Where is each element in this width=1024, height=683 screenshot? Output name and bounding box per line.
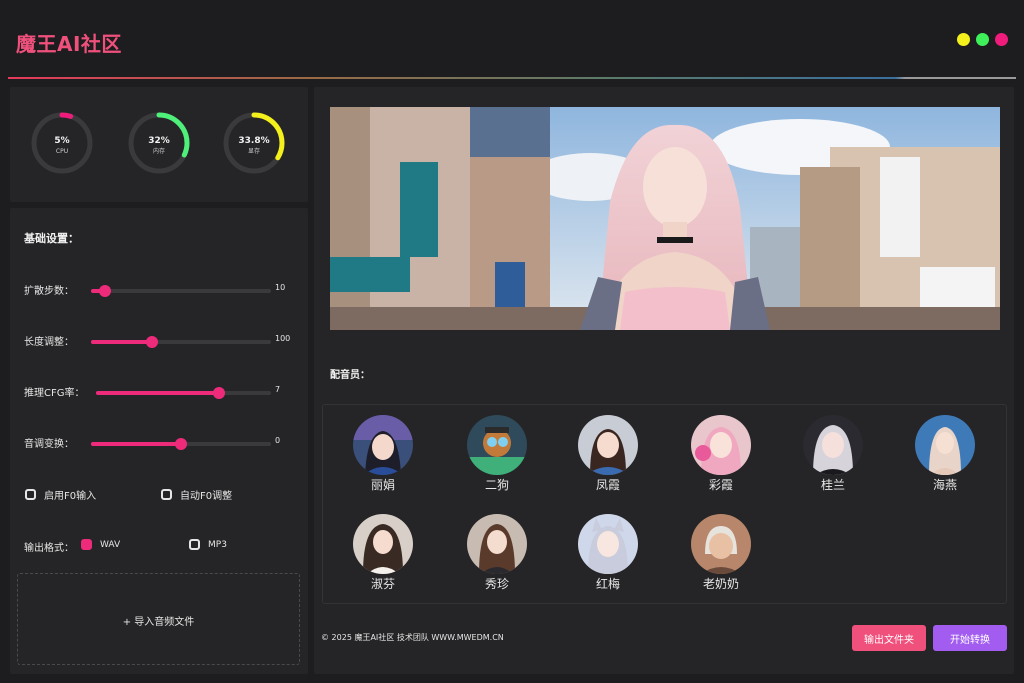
voice-card-lijuan[interactable]: 丽娟 (333, 405, 433, 497)
anime-girl-avatar (353, 415, 413, 475)
auto-f0-label: 自动F0调整 (180, 491, 233, 502)
slider-thumb[interactable] (175, 438, 187, 450)
vram-gauge: 33.8% 显存 (222, 111, 286, 175)
window-dot-yellow-icon[interactable] (957, 33, 970, 46)
system-monitor-panel: 5% CPU 32% 内存 33.8% 显存 (10, 87, 308, 202)
cfg-rate-row: 推理CFG率： 7 (24, 382, 304, 402)
voice-actors-title: 配音员： (330, 370, 370, 381)
length-adjust-label: 长度调整： (24, 337, 74, 348)
blonde-girl-avatar (915, 415, 975, 475)
output-format-label: 输出格式： (24, 543, 74, 554)
voice-card-fengxia[interactable]: 凤霞 (558, 405, 658, 497)
voice-name: 秀珍 (484, 577, 509, 591)
slider-fill (91, 340, 153, 344)
cpu-gauge: 5% CPU (30, 111, 94, 175)
length-adjust-value: 100 (275, 334, 291, 343)
pitch-shift-label: 音调变换： (24, 439, 74, 450)
slider-thumb[interactable] (212, 387, 225, 399)
voice-name: 彩霞 (708, 478, 733, 492)
start-convert-button[interactable]: 开始转换 (933, 625, 1007, 651)
voice-actor-grid: 丽娟 二狗 凤霞 彩霞 桂兰 海燕 淑芬 秀珍 红梅 老奶奶 (322, 404, 1007, 604)
dark-hair-girl-avatar (353, 514, 413, 574)
main-panel: 配音员： 丽娟 二狗 凤霞 彩霞 桂兰 海燕 淑芬 秀珍 红梅 老奶奶 © 20… (314, 87, 1014, 674)
pitch-shift-row: 音调变换： 0 (24, 433, 304, 453)
app-title: 魔王AI社区 (16, 32, 122, 56)
hero-image (330, 107, 1000, 330)
checkbox-box[interactable] (25, 489, 36, 500)
format-option-wav[interactable]: WAV (81, 539, 120, 550)
pink-hair-girl-avatar (691, 415, 751, 475)
voice-name: 凤霞 (595, 478, 620, 492)
silver-hair-girl-avatar (803, 415, 863, 475)
memory-gauge-label: 内存 (152, 148, 165, 155)
cfg-rate-slider[interactable] (96, 387, 271, 399)
pitch-shift-value: 0 (275, 436, 281, 445)
auto-f0-checkbox[interactable]: 自动F0调整 (161, 487, 232, 502)
pitch-shift-slider[interactable] (91, 438, 271, 450)
settings-title: 基础设置： (24, 232, 79, 245)
voice-card-xiuzhen[interactable]: 秀珍 (447, 504, 547, 596)
memory-gauge-value: 32% (148, 136, 170, 146)
slider-thumb[interactable] (99, 285, 112, 297)
memory-gauge: 32% 内存 (127, 111, 191, 175)
voice-card-ergou[interactable]: 二狗 (447, 405, 547, 497)
cpu-gauge-value: 5% (54, 136, 70, 146)
window-controls (957, 33, 1008, 46)
slider-thumb[interactable] (146, 336, 159, 348)
vram-gauge-label: 显存 (247, 148, 260, 155)
output-folder-button[interactable]: 输出文件夹 (852, 625, 926, 651)
voice-name: 二狗 (484, 478, 509, 492)
length-adjust-row: 长度调整： 100 (24, 331, 304, 351)
voice-card-hongmei[interactable]: 红梅 (558, 504, 658, 596)
voice-name: 淑芬 (370, 577, 395, 591)
title-bar: 魔王AI社区 (0, 0, 1024, 80)
length-adjust-slider[interactable] (91, 336, 271, 348)
format-option-mp3[interactable]: MP3 (189, 539, 227, 550)
window-dot-green-icon[interactable] (976, 33, 989, 46)
slider-fill (96, 391, 219, 395)
cat-ear-girl-avatar (578, 514, 638, 574)
diffusion-steps-label: 扩散步数： (24, 286, 74, 297)
hero-illustration (330, 107, 1000, 330)
voice-name: 海燕 (932, 478, 957, 492)
cfg-rate-value: 7 (275, 385, 281, 394)
brown-hair-girl-avatar (467, 514, 527, 574)
voice-name: 丽娟 (370, 478, 395, 492)
voice-card-guilan[interactable]: 桂兰 (783, 405, 883, 497)
robot-cartoon-avatar (467, 415, 527, 475)
import-audio-dropzone[interactable]: + 导入音频文件 (17, 573, 300, 665)
radio-box[interactable] (189, 539, 200, 550)
radio-selected-box[interactable] (81, 539, 92, 550)
vram-gauge-value: 33.8% (238, 136, 270, 146)
diffusion-steps-value: 10 (275, 283, 286, 292)
title-divider (8, 77, 1016, 79)
voice-card-haiyan[interactable]: 海燕 (895, 405, 995, 497)
cfg-rate-label: 推理CFG率： (24, 388, 85, 399)
voice-name: 老奶奶 (702, 577, 739, 591)
grandma-avatar (691, 514, 751, 574)
enable-f0-checkbox[interactable]: 启用F0输入 (25, 487, 96, 502)
enable-f0-label: 启用F0输入 (44, 491, 97, 502)
voice-card-shufen[interactable]: 淑芬 (333, 504, 433, 596)
copyright-text: © 2025 魔王AI社区 技术团队 WWW.MWEDM.CN (321, 633, 504, 642)
voice-card-caixia[interactable]: 彩霞 (671, 405, 771, 497)
settings-panel: 基础设置： 扩散步数： 10 长度调整： 100 推理CFG率： 7 音调变换：… (10, 208, 308, 674)
voice-name: 桂兰 (820, 478, 845, 492)
cpu-gauge-label: CPU (55, 148, 69, 155)
import-audio-label: + 导入音频文件 (122, 617, 195, 628)
wav-label: WAV (100, 539, 121, 550)
checkbox-box[interactable] (161, 489, 172, 500)
mp3-label: MP3 (208, 539, 227, 550)
girl-denim-avatar (578, 415, 638, 475)
voice-name: 红梅 (595, 577, 620, 591)
window-dot-pink-icon[interactable] (995, 33, 1008, 46)
diffusion-steps-slider[interactable] (91, 285, 271, 297)
diffusion-steps-row: 扩散步数： 10 (24, 280, 304, 300)
slider-fill (91, 442, 181, 446)
voice-card-grandma[interactable]: 老奶奶 (671, 504, 771, 596)
